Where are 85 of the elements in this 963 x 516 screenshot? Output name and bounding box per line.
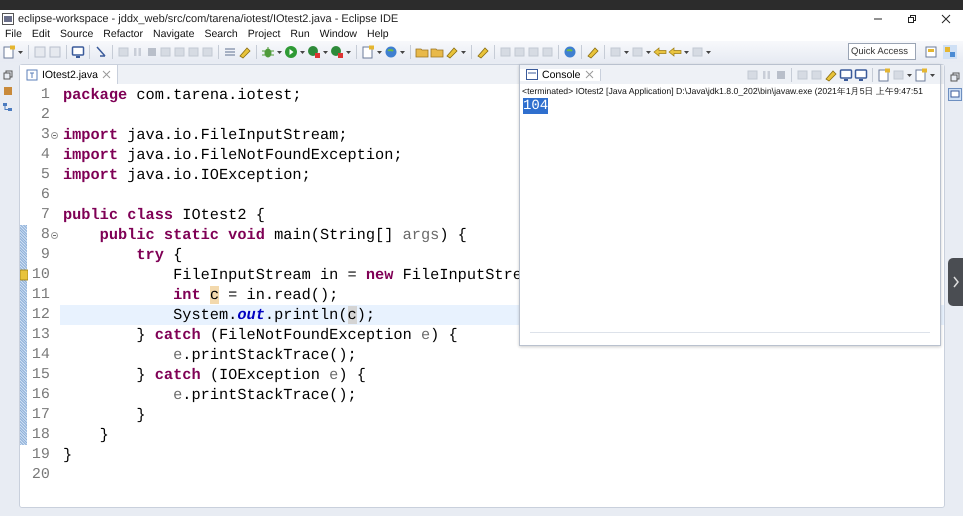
menu-item[interactable]: Search — [199, 28, 243, 40]
open-perspective-icon[interactable] — [925, 44, 939, 58]
line-number: 5 — [40, 165, 50, 185]
java-perspective-icon[interactable] — [943, 44, 957, 58]
code-line: e.printStackTrace(); — [172, 385, 357, 405]
line-number: 10 — [30, 265, 50, 285]
run-icon[interactable] — [284, 44, 298, 58]
monitor-icon[interactable] — [854, 68, 868, 82]
code-line: public class IOtest2 { — [62, 205, 265, 225]
globe-icon[interactable] — [384, 44, 398, 58]
line-number: 4 — [40, 145, 50, 165]
code-line: } — [62, 445, 72, 465]
line-number: 18 — [30, 425, 50, 445]
line-number: 15 — [30, 365, 50, 385]
highlighter-icon[interactable] — [238, 44, 252, 58]
code-line: import java.io.FileNotFoundException; — [62, 145, 403, 165]
new-document-icon[interactable] — [877, 68, 891, 82]
line-number: 3 — [40, 125, 50, 145]
globe-icon[interactable] — [563, 44, 577, 58]
highlighter-icon[interactable] — [445, 44, 459, 58]
line-number: 17 — [30, 405, 50, 425]
restore-view-icon[interactable] — [950, 72, 960, 82]
code-line: try { — [135, 245, 182, 265]
menu-item[interactable]: Refactor — [98, 28, 148, 40]
chevron-right-icon[interactable] — [952, 275, 960, 289]
code-line: } — [98, 425, 109, 445]
menu-item[interactable]: Run — [285, 28, 315, 40]
console-output: 104 — [523, 98, 548, 114]
menu-item[interactable]: Source — [55, 28, 98, 40]
line-number: 11 — [30, 285, 50, 305]
pointer-icon[interactable] — [94, 44, 108, 58]
new-document-icon[interactable] — [2, 44, 16, 58]
console-icon[interactable] — [948, 88, 962, 101]
code-line: } catch (FileNotFoundException e) { — [135, 325, 458, 345]
new-document-icon[interactable] — [361, 44, 375, 58]
quick-access-field[interactable]: Quick Access — [848, 43, 916, 60]
line-number: 20 — [30, 465, 50, 485]
line-number: 12 — [30, 305, 50, 325]
package-icon[interactable] — [2, 86, 13, 96]
menu-item[interactable]: Edit — [26, 28, 56, 40]
close-icon[interactable] — [941, 14, 951, 24]
console-tab[interactable]: Console — [520, 68, 601, 80]
code-line: } catch (IOException e) { — [135, 365, 366, 385]
line-number: 19 — [30, 445, 50, 465]
hierarchy-icon[interactable] — [2, 102, 14, 113]
menu-item[interactable]: Window — [314, 28, 362, 40]
code-line: } — [135, 405, 146, 425]
editor-tab[interactable]: IOtest2.java — [20, 65, 118, 84]
line-number: 8 — [40, 225, 50, 245]
fold-toggle-icon[interactable] — [51, 132, 58, 138]
new-document-icon[interactable] — [914, 68, 928, 82]
java-file-icon — [26, 68, 38, 80]
line-number: 7 — [40, 205, 50, 225]
monitor-icon[interactable] — [839, 68, 853, 82]
line-number: 13 — [30, 325, 50, 345]
window-title: eclipse-workspace - jddx_web/src/com/tarena/iotest/IOtest2.java - Eclipse IDE — [18, 12, 400, 24]
code-line: import java.io.FileInputStream; — [62, 125, 348, 145]
highlighter-icon[interactable] — [824, 68, 838, 82]
console-icon — [526, 69, 538, 80]
line-number: 14 — [30, 345, 50, 365]
line-number: 2 — [40, 105, 50, 125]
fold-toggle-icon[interactable] — [51, 232, 58, 238]
monitor-icon[interactable] — [71, 44, 85, 58]
run-tool-icon[interactable] — [307, 44, 321, 58]
run-tool-icon[interactable] — [330, 44, 344, 58]
menu-item[interactable]: Project — [242, 28, 286, 40]
line-number: 9 — [40, 245, 50, 265]
restore-view-icon[interactable] — [2, 70, 13, 80]
highlighter-icon[interactable] — [476, 44, 490, 58]
restore-icon[interactable] — [907, 14, 917, 24]
menu-item[interactable]: Navigate — [148, 28, 200, 40]
code-line: import java.io.IOException; — [62, 165, 311, 185]
code-line: FileInputStream in = new FileInputStre — [172, 265, 522, 285]
console-header: <terminated> IOtest2 [Java Application] D:\Java\jdk1.8.0_202\bin\javaw.exe (2021年1月5日 上午9:47:51 — [521, 85, 923, 98]
code-line: int c = in.read(); — [172, 285, 338, 305]
code-line: public static void main(String[] args) { — [98, 225, 467, 245]
line-number: 1 — [40, 85, 50, 105]
code-line: e.printStackTrace(); — [172, 345, 357, 365]
code-line: package com.tarena.iotest; — [62, 85, 302, 105]
menu-item[interactable]: Help — [362, 28, 394, 40]
highlighter-icon[interactable] — [586, 44, 600, 58]
side-panel-handle[interactable] — [948, 258, 963, 306]
line-number: 16 — [30, 385, 50, 405]
line-number: 6 — [40, 185, 50, 205]
menu-item[interactable]: File — [0, 28, 27, 40]
